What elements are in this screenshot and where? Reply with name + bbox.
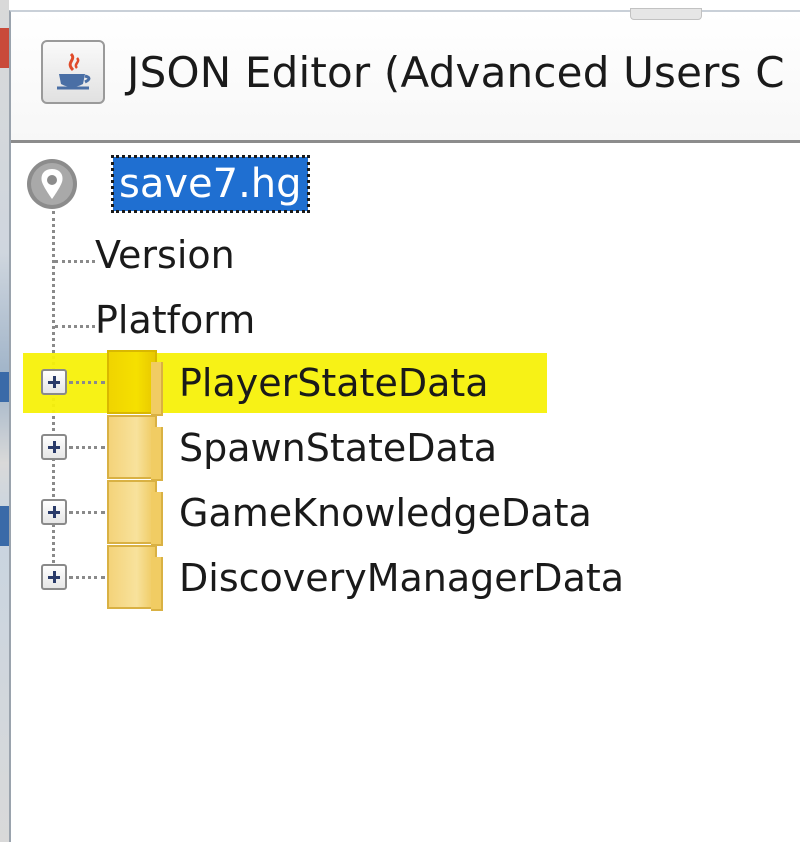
tree-node-gameknowledgedata[interactable]: GameKnowledgeData: [179, 491, 592, 535]
folder-icon: [107, 545, 163, 611]
tree-connector: [55, 325, 95, 328]
screenshot: JSON Editor (Advanced Users C save7.hg V…: [0, 0, 800, 842]
expand-toggle-discoverymanagerdata[interactable]: [41, 564, 67, 590]
tree-leaf-version[interactable]: Version: [95, 233, 235, 277]
window-control-button[interactable]: [630, 8, 702, 20]
desktop-edge: [0, 0, 9, 842]
tree-connector: [69, 576, 105, 579]
title-bar[interactable]: JSON Editor (Advanced Users C: [11, 8, 800, 143]
tree-node-playerstatedata[interactable]: PlayerStateData: [179, 361, 489, 405]
folder-icon: [107, 480, 163, 546]
expand-toggle-playerstatedata[interactable]: [41, 369, 67, 395]
tree-node-spawnstatedata[interactable]: SpawnStateData: [179, 426, 497, 470]
json-tree[interactable]: save7.hg Version Platform PlayerStateDat…: [11, 143, 800, 842]
desktop-edge-mark: [0, 372, 9, 402]
tree-node-discoverymanagerdata[interactable]: DiscoveryManagerData: [179, 556, 624, 600]
tree-leaf-platform[interactable]: Platform: [95, 298, 255, 342]
tree-connector: [69, 511, 105, 514]
desktop-edge-mark: [0, 506, 9, 546]
tree-connector: [69, 446, 105, 449]
folder-icon: [107, 415, 163, 481]
expand-toggle-spawnstatedata[interactable]: [41, 434, 67, 460]
expand-toggle-gameknowledgedata[interactable]: [41, 499, 67, 525]
tree-root-save7[interactable]: save7.hg: [111, 155, 310, 213]
java-app-icon[interactable]: [41, 40, 105, 104]
window-title: JSON Editor (Advanced Users C: [127, 48, 785, 97]
json-editor-window: JSON Editor (Advanced Users C save7.hg V…: [9, 8, 800, 842]
desktop-edge-mark: [0, 28, 9, 68]
map-pin-icon: [27, 159, 77, 209]
tree-connector: [55, 260, 95, 263]
tree-connector: [69, 381, 105, 384]
folder-icon: [107, 350, 163, 416]
